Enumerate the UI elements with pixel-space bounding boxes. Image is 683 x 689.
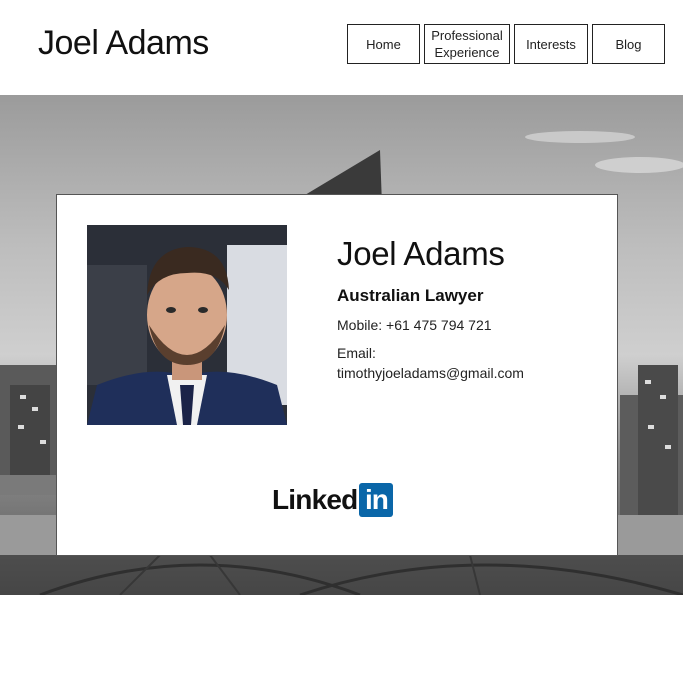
- profile-photo-image: [87, 225, 287, 425]
- nav-home-button[interactable]: Home: [347, 24, 420, 64]
- nav-interests-button[interactable]: Interests: [514, 24, 588, 64]
- profile-name: Joel Adams: [337, 235, 505, 272]
- site-header: Joel Adams Home Professional Experience …: [0, 0, 683, 95]
- nav-blog-button[interactable]: Blog: [592, 24, 665, 64]
- linkedin-icon: in: [359, 483, 394, 517]
- profile-photo: [87, 225, 287, 425]
- profile-email-label: Email:: [337, 345, 376, 361]
- profile-role: Australian Lawyer: [337, 286, 484, 305]
- linkedin-link[interactable]: Linked in: [272, 482, 394, 518]
- profile-mobile: Mobile: +61 475 794 721: [337, 317, 492, 333]
- site-title: Joel Adams: [38, 24, 209, 62]
- profile-card: Joel Adams Australian Lawyer Mobile: +61…: [56, 194, 618, 556]
- nav-professional-experience-button[interactable]: Professional Experience: [424, 24, 510, 64]
- linkedin-logo-text: Linked: [272, 484, 358, 515]
- profile-email[interactable]: timothyjoeladams@gmail.com: [337, 365, 524, 381]
